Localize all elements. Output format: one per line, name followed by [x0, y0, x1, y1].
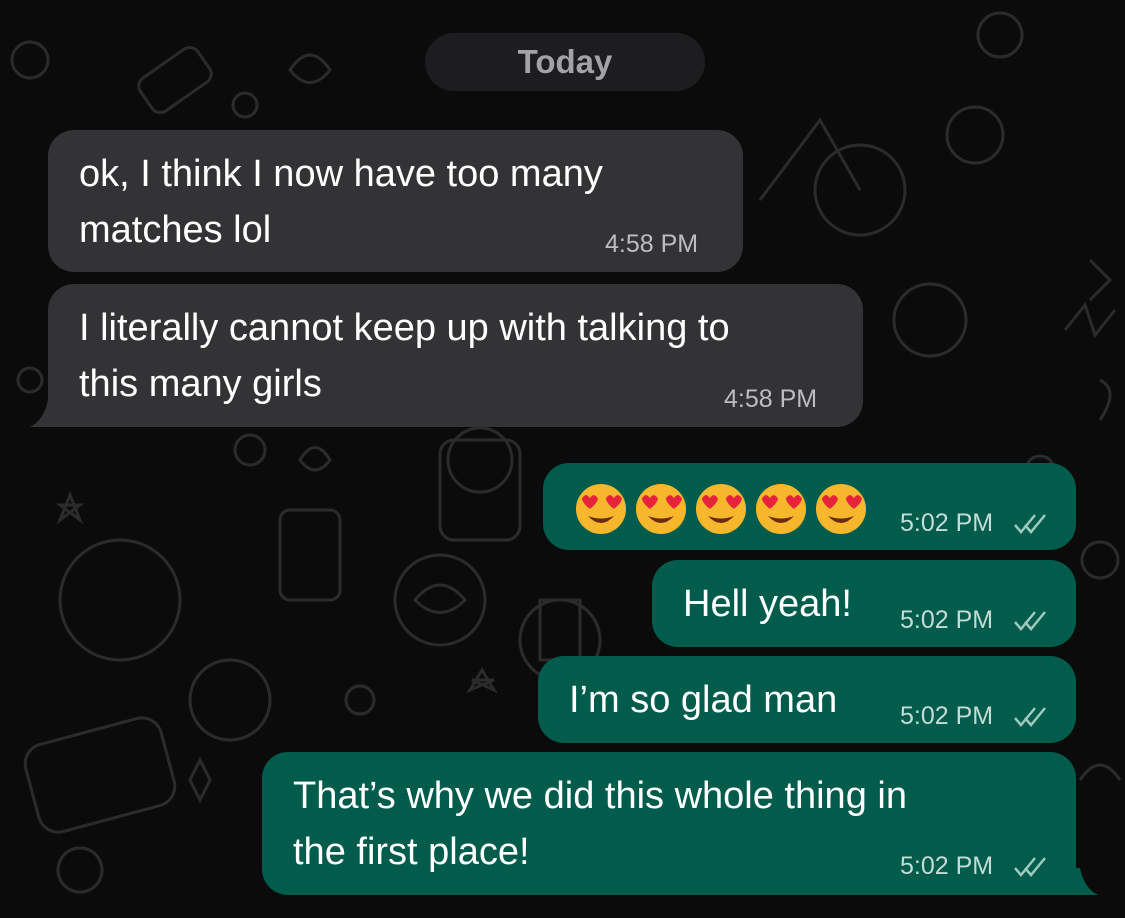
date-separator: Today [425, 33, 705, 91]
date-separator-label: Today [517, 43, 613, 80]
message-timestamp: 5:02 PM [900, 606, 994, 634]
outgoing-message[interactable]: That’s why we did this whole thing in th… [262, 752, 1076, 895]
heart-eyes-emoji [636, 484, 686, 534]
outgoing-message[interactable]: Hell yeah! 5:02 PM [652, 560, 1076, 647]
heart-eyes-emoji [756, 484, 806, 534]
heart-eyes-emoji [576, 484, 626, 534]
message-timestamp: 5:02 PM [900, 702, 994, 730]
outgoing-bubble-tail [1076, 868, 1098, 895]
heart-eyes-emoji [816, 484, 866, 534]
read-receipt-icon [1014, 611, 1046, 631]
message-text-line: matches lol [79, 209, 272, 251]
message-timestamp: 4:58 PM [605, 230, 699, 258]
message-text-line: I literally cannot keep up with talking … [79, 307, 730, 349]
outgoing-message[interactable]: I’m so glad man 5:02 PM [538, 656, 1076, 743]
message-text-line: this many girls [79, 363, 322, 405]
incoming-message[interactable]: ok, I think I now have too many matches … [48, 130, 743, 272]
emoji-row [575, 483, 867, 535]
heart-eyes-emoji [696, 484, 746, 534]
message-timestamp: 4:58 PM [724, 385, 818, 413]
incoming-bubble-tail [30, 400, 52, 427]
outgoing-message[interactable]: 5:02 PM [543, 463, 1076, 550]
message-text-line: Hell yeah! [683, 583, 852, 625]
message-timestamp: 5:02 PM [900, 852, 994, 880]
message-timestamp: 5:02 PM [900, 509, 994, 537]
read-receipt-icon [1014, 707, 1046, 727]
message-text-line: I’m so glad man [569, 679, 838, 721]
message-text-line: That’s why we did this whole thing in [293, 775, 907, 817]
message-text-line: ok, I think I now have too many [79, 153, 603, 195]
read-receipt-icon [1014, 514, 1046, 534]
incoming-message[interactable]: I literally cannot keep up with talking … [48, 284, 863, 427]
read-receipt-icon [1014, 857, 1046, 877]
message-text-line: the first place! [293, 831, 530, 873]
